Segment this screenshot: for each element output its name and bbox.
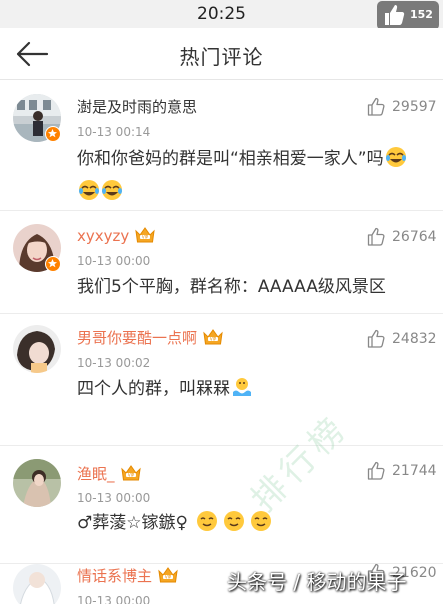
- vip-crown-icon: VIP: [120, 464, 142, 486]
- comment-text-body: 四个人的群，叫槑槑: [77, 379, 230, 399]
- username-text: xyxyzy: [77, 227, 130, 245]
- thumbs-up-outline-icon: [367, 461, 385, 480]
- status-bar: 20:25 152: [0, 0, 443, 30]
- vip-crown-icon: VIP: [134, 226, 156, 248]
- username-text: 情话系博主: [77, 567, 153, 585]
- verified-badge: [45, 126, 61, 142]
- comment-time: 10-13 00:14: [77, 125, 151, 139]
- laugh-cry-emoji-icon: [101, 179, 123, 211]
- thumbs-up-outline-icon: [367, 329, 385, 348]
- svg-text:VIP: VIP: [165, 575, 172, 580]
- nav-bar: 热门评论: [0, 28, 443, 80]
- svg-text:VIP: VIP: [142, 235, 149, 240]
- username-text: 渔眠_: [77, 465, 115, 483]
- svg-text:VIP: VIP: [210, 337, 217, 342]
- vip-crown-icon: VIP: [202, 328, 224, 350]
- like-count: 24832: [392, 331, 437, 347]
- comment-text: ♂葬蔆☆镓鏃♀: [77, 509, 427, 542]
- username[interactable]: 情话系博主 VIP: [77, 565, 179, 588]
- like-count: 26764: [392, 229, 437, 245]
- floating-like-count: 152: [410, 8, 433, 21]
- svg-text:VIP: VIP: [127, 473, 134, 478]
- comment-item[interactable]: 渔眠_ VIP 10-13 00:00 ♂葬蔆☆镓鏃♀ 21744: [0, 446, 443, 564]
- swimming-emoji-icon: [231, 376, 253, 408]
- thumbs-up-outline-icon: [367, 227, 385, 246]
- comment-time: 10-13 00:02: [77, 356, 151, 370]
- comment-text: 我们5个平胸，群名称：AAAAA级风景区: [77, 277, 386, 297]
- verified-badge: [45, 256, 61, 272]
- thumbs-up-icon: [385, 5, 405, 25]
- username[interactable]: 男哥你要酷一点啊 VIP: [77, 327, 224, 350]
- like-count: 21744: [392, 463, 437, 479]
- floating-like-button[interactable]: 152: [377, 1, 439, 30]
- avatar[interactable]: [13, 459, 61, 507]
- vip-crown-icon: VIP: [157, 566, 179, 588]
- comment-time: 10-13 00:00: [77, 254, 151, 268]
- like-count: 29597: [392, 99, 437, 115]
- username-text: 男哥你要酷一点啊: [77, 329, 198, 347]
- comment-text: 四个人的群，叫槑槑: [77, 375, 427, 408]
- page-title: 热门评论: [179, 45, 264, 69]
- laugh-cry-emoji-icon: [78, 179, 100, 211]
- avatar[interactable]: [13, 325, 61, 373]
- comment-item[interactable]: 男哥你要酷一点啊 VIP 10-13 00:02 四个人的群，叫槑槑 24832: [0, 314, 443, 446]
- smile-emoji-icon: [223, 510, 245, 542]
- comment-item[interactable]: 澍是及时雨的意思 10-13 00:14 你和你爸妈的群是叫“相亲相爱一家人”吗…: [0, 81, 443, 211]
- username[interactable]: 澍是及时雨的意思: [77, 96, 197, 117]
- watermark: 头条号 / 移动的果子: [227, 570, 407, 594]
- comment-time: 10-13 00:00: [77, 594, 151, 604]
- comment-text-body: ♂葬蔆☆镓鏃♀: [77, 513, 188, 533]
- laugh-cry-emoji-icon: [385, 146, 407, 178]
- username[interactable]: 渔眠_ VIP: [77, 463, 142, 486]
- smile-emoji-icon: [196, 510, 218, 542]
- comment-item[interactable]: xyxyzy VIP 10-13 00:00 我们5个平胸，群名称：AAAAA级风…: [0, 211, 443, 314]
- avatar[interactable]: [13, 564, 61, 604]
- username[interactable]: xyxyzy VIP: [77, 226, 156, 248]
- thumbs-up-outline-icon: [367, 97, 385, 116]
- comment-text: 你和你爸妈的群是叫“相亲相爱一家人”吗: [77, 145, 427, 211]
- comment-text-body: 你和你爸妈的群是叫“相亲相爱一家人”吗: [77, 149, 384, 169]
- comment-time: 10-13 00:00: [77, 491, 151, 505]
